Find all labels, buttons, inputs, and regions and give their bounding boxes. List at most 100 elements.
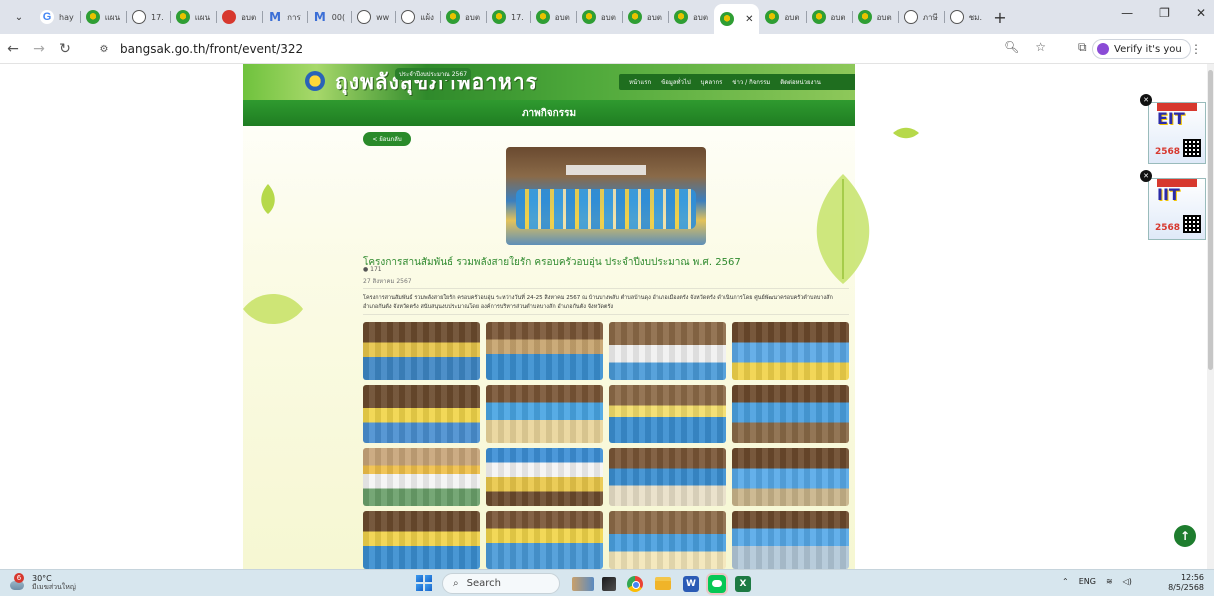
browser-tab[interactable]: ภาษี [897, 4, 944, 30]
browser-tab[interactable]: อบต [575, 4, 622, 30]
reload-icon[interactable]: ↻ [52, 41, 78, 57]
close-icon[interactable]: ✕ [1140, 170, 1152, 182]
word-icon[interactable]: W [680, 573, 702, 594]
gallery-photo[interactable] [732, 385, 849, 443]
back-icon[interactable]: ← [0, 41, 26, 57]
browser-tab[interactable]: แผน [79, 4, 126, 30]
excel-icon[interactable]: X [732, 573, 754, 594]
gallery-photo[interactable] [609, 511, 726, 569]
restore-icon[interactable]: ❐ [1159, 6, 1170, 20]
gallery-photo[interactable] [732, 448, 849, 506]
emblem-icon [305, 71, 325, 91]
browser-tab[interactable]: ✕ [714, 4, 760, 34]
start-button[interactable] [416, 575, 432, 591]
emblem-icon [492, 10, 507, 24]
wifi-icon[interactable]: ≋ [1106, 577, 1113, 586]
browser-tab[interactable]: อบต [439, 4, 486, 30]
gallery-photo[interactable] [609, 448, 726, 506]
gallery-photo[interactable] [609, 385, 726, 443]
line-icon[interactable] [706, 573, 728, 594]
browser-tab[interactable]: แผน [169, 4, 216, 30]
desktop-app-icon[interactable] [598, 573, 620, 594]
gallery-photo[interactable] [732, 322, 849, 380]
volume-icon[interactable]: ◁) [1123, 577, 1132, 586]
browser-tab[interactable]: อบต [851, 4, 898, 30]
browser-tab[interactable]: อบต [668, 4, 714, 30]
forward-icon[interactable]: → [26, 41, 52, 57]
ad-headline: EIT [1157, 109, 1185, 128]
browser-tab[interactable]: อบต [759, 4, 805, 30]
weather-widget[interactable]: 6 30°C มีเมฆส่วนใหญ่ [8, 573, 76, 592]
google-icon: G [40, 10, 54, 24]
ad-card[interactable]: EIT 2568 [1148, 102, 1206, 164]
browser-tab[interactable]: M 00( [306, 4, 351, 30]
bookmark-star-icon[interactable]: ☆ [1035, 40, 1046, 55]
taskbar-search[interactable]: ⌕ Search [442, 573, 560, 594]
tab-label: 17. [151, 12, 164, 22]
browser-tab[interactable]: ww [351, 4, 395, 30]
gallery-photo[interactable] [486, 448, 603, 506]
eit-ad[interactable]: EIT 2568 ✕ [1140, 94, 1208, 164]
cloud-icon: 6 [8, 573, 26, 591]
globe-icon [357, 10, 372, 24]
new-tab-icon[interactable]: + [988, 8, 1012, 27]
browser-tab[interactable]: อบต [529, 4, 576, 30]
verify-profile-button[interactable]: Verify it's you [1092, 39, 1191, 59]
clock[interactable]: 12:56 8/5/2568 [1168, 573, 1204, 593]
photo-app-icon[interactable] [572, 573, 594, 594]
browser-tab[interactable]: 17. [486, 4, 530, 30]
browser-tab[interactable]: ชม. [943, 4, 988, 30]
leaf-decoration-icon [243, 294, 303, 324]
address-bar[interactable]: ⚙ bangsak.go.th/front/event/322 [96, 38, 976, 60]
browser-tab[interactable]: อบต [805, 4, 852, 30]
gallery-photo[interactable] [363, 322, 480, 380]
cover-group [516, 189, 696, 229]
gallery-photo[interactable] [609, 322, 726, 380]
nav-staff[interactable]: บุคลากร [701, 77, 723, 87]
tab-close-icon[interactable]: ✕ [745, 14, 753, 25]
file-explorer-icon[interactable] [652, 573, 674, 594]
banner-subtitle: ประจำปีงบประมาณ 2567 [395, 68, 472, 80]
close-window-icon[interactable]: ✕ [1196, 6, 1206, 20]
scrollbar-thumb[interactable] [1208, 70, 1213, 370]
extensions-icon[interactable]: ⧉ [1078, 40, 1087, 55]
divider [363, 288, 849, 289]
browser-toolbar: ← → ↻ ⚙ bangsak.go.th/front/event/322 🔍︎… [0, 34, 1214, 64]
language-indicator[interactable]: ENG [1079, 577, 1096, 586]
browser-tab[interactable]: อบต [621, 4, 668, 30]
iit-ad[interactable]: IIT 2568 ✕ [1140, 170, 1208, 240]
nav-contact[interactable]: ติดต่อหน่วยงาน [780, 77, 821, 87]
url-text[interactable]: bangsak.go.th/front/event/322 [120, 42, 303, 56]
gallery-photo[interactable] [363, 385, 480, 443]
gallery-photo[interactable] [363, 511, 480, 569]
view-count: ● 171 [363, 266, 382, 273]
browser-tab[interactable]: 17. [126, 4, 170, 30]
site-info-icon[interactable]: ⚙ [96, 42, 112, 56]
back-button[interactable]: < ย้อนกลับ [363, 132, 411, 146]
nav-home[interactable]: หน้าแรก [629, 77, 651, 87]
gallery-photo[interactable] [486, 511, 603, 569]
chrome-icon[interactable] [624, 573, 646, 594]
event-cover-photo[interactable] [506, 147, 706, 245]
zoom-icon[interactable]: 🔍︎ [1004, 40, 1019, 55]
tab-label: การ [287, 12, 301, 22]
scroll-to-top-button[interactable]: ↑ [1174, 525, 1196, 547]
browser-tab[interactable]: M การ [262, 4, 307, 30]
browser-tab[interactable]: Ghay [34, 4, 80, 30]
browser-tab[interactable]: อบต [216, 4, 262, 30]
gallery-photo[interactable] [486, 385, 603, 443]
nav-about[interactable]: ข้อมูลทั่วไป [661, 77, 691, 87]
globe-icon [903, 10, 918, 24]
minimize-icon[interactable]: — [1121, 6, 1133, 20]
nav-news[interactable]: ข่าว / กิจกรรม [732, 77, 770, 87]
tab-search-icon[interactable]: ⌄ [8, 6, 30, 28]
chevron-up-icon[interactable]: ⌃ [1062, 577, 1069, 586]
close-icon[interactable]: ✕ [1140, 94, 1152, 106]
browser-tab[interactable]: แผ้ง [395, 4, 440, 30]
gallery-photo[interactable] [732, 511, 849, 569]
browser-menu-icon[interactable]: ⋮ [1190, 42, 1202, 56]
gallery-photo[interactable] [486, 322, 603, 380]
ad-card[interactable]: IIT 2568 [1148, 178, 1206, 240]
gallery-photo[interactable] [363, 448, 480, 506]
tab-label: 17. [511, 12, 524, 22]
